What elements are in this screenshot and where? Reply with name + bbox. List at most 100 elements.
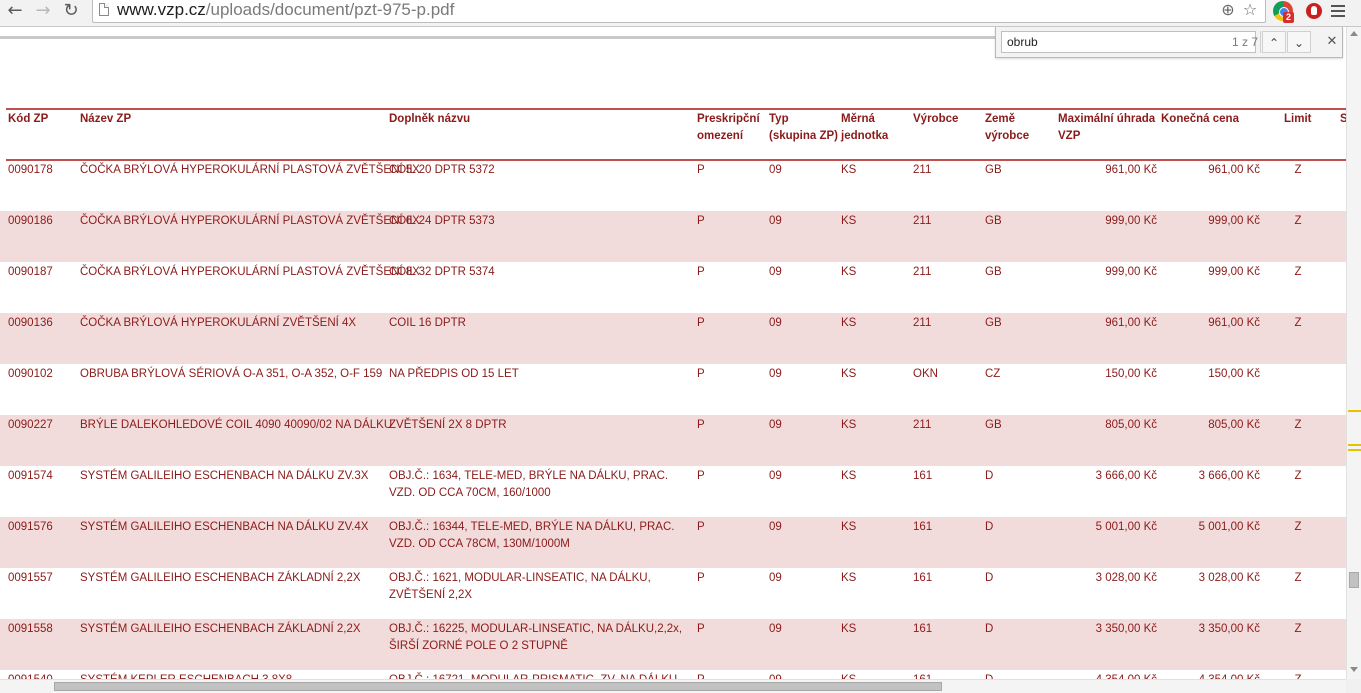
- col-header-jednotka: Měrná jednotka: [841, 113, 889, 142]
- cell-doplnek: COIL 32 DPTR 5374: [389, 266, 495, 278]
- cell-jednotka: KS: [841, 215, 857, 227]
- cell-vyrobce: 161: [913, 623, 933, 635]
- vertical-scrollbar[interactable]: [1346, 27, 1361, 679]
- cell-typ: 09: [769, 317, 782, 329]
- back-arrow-icon[interactable]: ←: [4, 1, 26, 23]
- cell-preskripce: P: [697, 317, 705, 329]
- cell-kod: 0090186: [8, 215, 53, 227]
- cell-vyrobce: 211: [913, 317, 932, 329]
- cell-vyrobce: OKN: [913, 368, 938, 380]
- cell-limit: Z: [1294, 419, 1302, 431]
- cell-nazev: ČOČKA BRÝLOVÁ HYPEROKULÁRNÍ ZVĚTŠENÍ 4X: [80, 317, 357, 329]
- cell-zeme: D: [985, 623, 994, 635]
- cell-cena: 805,00 Kč: [1208, 419, 1260, 431]
- cell-typ: 09: [769, 419, 782, 431]
- col-header-cena: Konečná cena: [1161, 113, 1239, 125]
- cell-limit: Z: [1294, 317, 1302, 329]
- cell-preskripce: P: [697, 470, 705, 482]
- pdf-page: Kód ZP Název ZP Doplněk názvu Preskripčn…: [0, 39, 1346, 679]
- scroll-up-arrow-icon[interactable]: [1350, 31, 1358, 36]
- cell-kod: 0090102: [8, 368, 53, 380]
- cell-nazev: SYSTÉM GALILEIHO ESCHENBACH ZÁKLADNÍ 2,2…: [80, 572, 361, 584]
- cell-jednotka: KS: [841, 672, 901, 679]
- cell-preskripce: P: [697, 368, 705, 380]
- cell-doplnek: COIL 16 DPTR: [389, 317, 466, 329]
- cell-limit: Z: [1294, 521, 1302, 533]
- horizontal-scrollbar[interactable]: [0, 679, 1346, 693]
- cell-vyrobce: 211: [913, 215, 932, 227]
- col-header-kod: Kód ZP: [8, 113, 49, 125]
- cell-zeme: D: [985, 672, 1045, 679]
- cell-vyrobce: 161: [913, 521, 933, 533]
- cell-cena: 3 666,00 Kč: [1198, 470, 1260, 482]
- url-path: /uploads/document/pzt-975-p.pdf: [205, 0, 455, 19]
- cell-cena: 4 354,00 Kč: [1160, 672, 1260, 679]
- cell-cena: 961,00 Kč: [1208, 317, 1260, 329]
- scroll-down-arrow-icon[interactable]: [1350, 667, 1358, 672]
- cell-uhrada: 3 666,00 Kč: [1095, 470, 1157, 482]
- cell-limit: Z: [1294, 572, 1302, 584]
- cell-preskripce: P: [697, 521, 705, 533]
- cell-jednotka: KS: [841, 164, 857, 176]
- col-header-doplnek: Doplněk názvu: [389, 113, 471, 125]
- horizontal-scroll-thumb[interactable]: [54, 682, 942, 691]
- browser-toolbar: ← → ↻ www.vzp.cz/uploads/document/pzt-97…: [0, 0, 1361, 27]
- cell-typ: 09: [769, 266, 782, 278]
- find-previous-button[interactable]: ⌃: [1262, 31, 1286, 53]
- cell-vyrobce: 161: [913, 470, 933, 482]
- cell-jednotka: KS: [841, 317, 857, 329]
- cell-zeme: GB: [985, 164, 1002, 176]
- cell-zeme: GB: [985, 317, 1002, 329]
- url-text[interactable]: www.vzp.cz/uploads/document/pzt-975-p.pd…: [117, 0, 454, 20]
- find-close-icon[interactable]: ✕: [1324, 33, 1340, 51]
- cell-cena: 3 350,00 Kč: [1198, 623, 1260, 635]
- cell-doplnek: OBJ.Č.: 1621, MODULAR-LINSEATIC, NA DÁLK…: [389, 572, 651, 601]
- cell-doplnek: OBJ.Č.: 16721, MODULAR-PRISMATIC, ZV. NA…: [389, 672, 695, 679]
- cell-kod: 0091576: [8, 521, 53, 533]
- cell-cena: 999,00 Kč: [1208, 266, 1260, 278]
- table-row: 0090136 ČOČKA BRÝLOVÁ HYPEROKULÁRNÍ ZVĚTŠ…: [0, 313, 1346, 364]
- cell-doplnek: COIL 24 DPTR 5373: [389, 215, 495, 227]
- table-row: 0090178 ČOČKA BRÝLOVÁ HYPEROKULÁRNÍ PLAST…: [0, 160, 1346, 211]
- adblock-icon[interactable]: [1304, 1, 1324, 21]
- cell-vyrobce: 161: [913, 672, 973, 679]
- cell-nazev: OBRUBA BRÝLOVÁ SÉRIOVÁ O-A 351, O-A 352,…: [80, 368, 383, 380]
- cell-jednotka: KS: [841, 266, 857, 278]
- cell-doplnek: COIL 20 DPTR 5372: [389, 164, 495, 176]
- cell-typ: 09: [769, 368, 782, 380]
- cell-nazev: SYSTÉM KEPLER ESCHENBACH 3,8X8: [80, 672, 386, 679]
- cell-doplnek: OBJ.Č.: 16225, MODULAR-LINSEATIC, NA DÁL…: [389, 623, 683, 652]
- address-bar[interactable]: www.vzp.cz/uploads/document/pzt-975-p.pd…: [92, 0, 1266, 23]
- cell-kod: 0091557: [8, 572, 53, 584]
- col-header-zeme: Země výrobce: [985, 113, 1030, 142]
- cell-doplnek: NA PŘEDPIS OD 15 LET: [389, 368, 519, 380]
- reload-icon[interactable]: ↻: [60, 1, 82, 23]
- col-header-vyrobce: Výrobce: [913, 113, 959, 125]
- hamburger-menu-icon[interactable]: [1331, 5, 1345, 17]
- cell-kod: 0090227: [8, 419, 53, 431]
- star-icon[interactable]: ☆: [1241, 1, 1259, 19]
- cell-nazev: SYSTÉM GALILEIHO ESCHENBACH NA DÁLKU ZV.…: [80, 521, 369, 533]
- cell-jednotka: KS: [841, 419, 857, 431]
- col-header-limit: Limit: [1284, 113, 1312, 125]
- find-match-marker: [1348, 444, 1361, 446]
- url-host: www.vzp.cz: [117, 0, 206, 19]
- cell-kod: 0091558: [8, 623, 53, 635]
- cell-uhrada: 961,00 Kč: [1105, 164, 1157, 176]
- cell-nazev: ČOČKA BRÝLOVÁ HYPEROKULÁRNÍ PLASTOVÁ ZVĚ…: [80, 164, 420, 176]
- cell-preskripce: P: [697, 164, 705, 176]
- find-next-button[interactable]: ⌄: [1287, 31, 1311, 53]
- cell-preskripce: P: [697, 266, 705, 278]
- zoom-icon[interactable]: ⊕: [1219, 1, 1237, 19]
- vertical-scroll-thumb[interactable]: [1349, 572, 1359, 588]
- find-separator: [1260, 31, 1261, 53]
- cell-typ: 09: [769, 215, 782, 227]
- find-match-marker: [1348, 449, 1361, 451]
- cell-nazev: SYSTÉM GALILEIHO ESCHENBACH NA DÁLKU ZV.…: [80, 470, 369, 482]
- forward-arrow-icon[interactable]: →: [32, 1, 54, 23]
- cell-cena: 150,00 Kč: [1208, 368, 1260, 380]
- cell-preskripce: P: [697, 215, 705, 227]
- col-header-preskripce: Preskripční omezení: [697, 113, 760, 142]
- cell-jednotka: KS: [841, 368, 857, 380]
- table-row: 0091540SYSTÉM KEPLER ESCHENBACH 3,8X8OBJ…: [0, 670, 1346, 679]
